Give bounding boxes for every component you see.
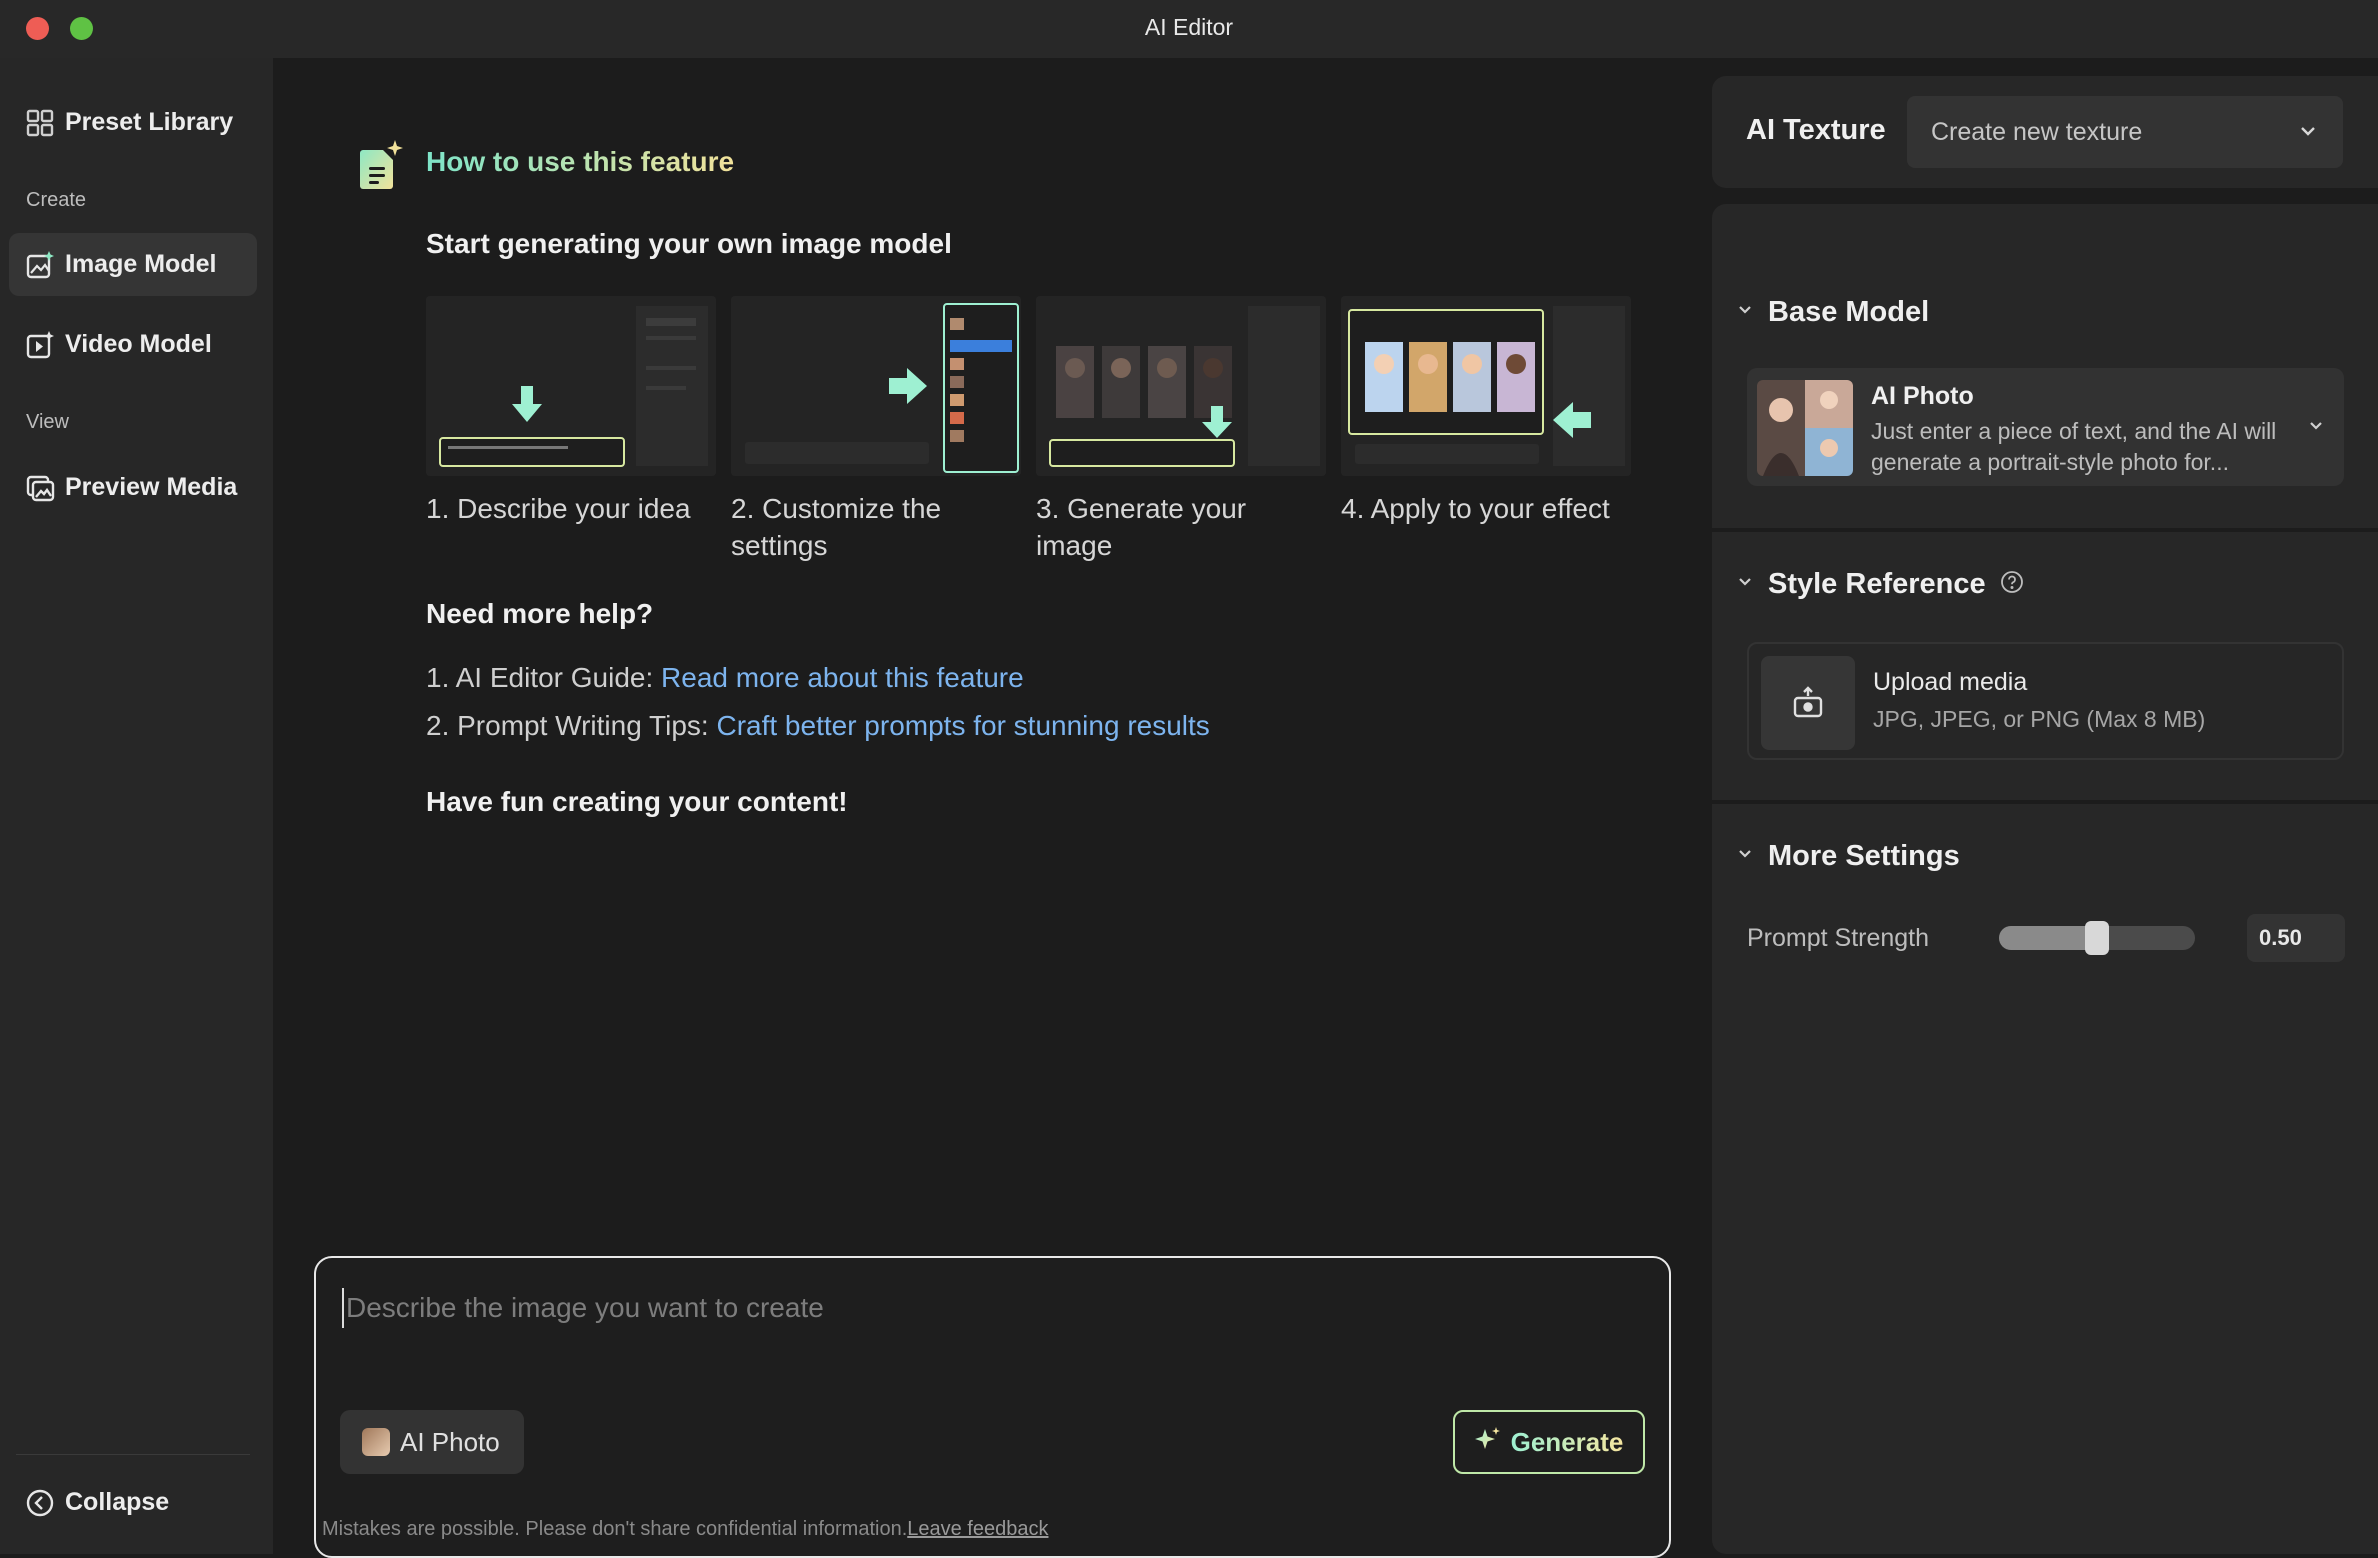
- sidebar-divider: [16, 1454, 250, 1455]
- help-circle-icon[interactable]: [2000, 570, 2024, 599]
- step-card: 1. Describe your idea: [426, 296, 716, 527]
- sidebar-item-image-model[interactable]: Image Model: [9, 233, 257, 296]
- sidebar-item-label: Video Model: [65, 330, 212, 358]
- generate-label: Generate: [1510, 1426, 1624, 1457]
- prompt-tips-link[interactable]: Craft better prompts for stunning result…: [716, 710, 1209, 741]
- section-divider: [1712, 800, 2378, 804]
- step-1-illustration: [426, 296, 716, 476]
- preview-media-icon: [25, 473, 55, 503]
- prompt-box: AI Photo Generate: [314, 1256, 1671, 1558]
- help-line-prefix: 1. AI Editor Guide:: [426, 662, 662, 693]
- document-sparkle-icon: [359, 140, 403, 190]
- upload-icon: [1761, 656, 1855, 750]
- help-line-tips: 2. Prompt Writing Tips: Craft better pro…: [426, 710, 1210, 742]
- step-card: 2. Customize the settings: [731, 296, 1021, 564]
- base-model-title: Base Model: [1768, 296, 1930, 328]
- steps-row: 1. Describe your idea 2. Customize the s…: [426, 296, 1646, 561]
- style-reference-header[interactable]: Style Reference: [1736, 568, 2024, 601]
- texture-select[interactable]: Create new texture: [1907, 96, 2343, 168]
- step-caption: 4. Apply to your effect: [1341, 493, 1610, 524]
- help-title: How to use this feature: [426, 146, 735, 177]
- step-caption: 1. Describe your idea: [426, 493, 691, 524]
- collapse-button[interactable]: Collapse: [9, 1471, 257, 1534]
- disclaimer: Mistakes are possible. Please don't shar…: [322, 1518, 1048, 1541]
- settings-card: Base Model AI Photo Just enter a piece o…: [1712, 204, 2378, 1554]
- section-divider: [1712, 528, 2378, 532]
- generate-button[interactable]: Generate: [1453, 1410, 1645, 1474]
- sidebar-item-video-model[interactable]: Video Model: [9, 313, 257, 376]
- style-reference-title: Style Reference: [1768, 568, 1986, 600]
- chevron-down-icon: [1736, 573, 1754, 596]
- prompt-strength-value[interactable]: 0.50: [2247, 914, 2345, 962]
- model-avatar: [362, 1428, 390, 1456]
- view-section-label: View: [26, 411, 69, 433]
- grid-icon: [25, 108, 55, 138]
- step-card: 4. Apply to your effect: [1341, 296, 1631, 527]
- base-model-description: Just enter a piece of text, and the AI w…: [1871, 418, 2277, 475]
- disclaimer-text: Mistakes are possible. Please don't shar…: [322, 1518, 908, 1540]
- prompt-strength-label: Prompt Strength: [1747, 924, 1930, 952]
- sidebar: Preset Library Create Image Model Video …: [0, 58, 273, 1554]
- upload-title: Upload media: [1873, 668, 2028, 696]
- step-caption: 2. Customize the settings: [731, 493, 942, 561]
- sidebar-item-label: Preview Media: [65, 473, 238, 501]
- upload-formats: JPG, JPEG, or PNG (Max 8 MB): [1873, 706, 2206, 732]
- right-panel: AI Texture Create new texture Base Model: [1709, 58, 2378, 1554]
- ai-photo-thumbnail: [1757, 380, 1853, 476]
- start-title: Start generating your own image model: [426, 228, 952, 259]
- prompt-strength-slider-thumb[interactable]: [2085, 921, 2109, 955]
- image-sparkle-icon: [25, 250, 55, 280]
- upload-media-card[interactable]: Upload media JPG, JPEG, or PNG (Max 8 MB…: [1747, 642, 2344, 760]
- sidebar-item-label: Image Model: [65, 250, 217, 278]
- texture-select-value: Create new texture: [1931, 117, 2143, 146]
- model-chip-label: AI Photo: [400, 1426, 500, 1457]
- base-model-card[interactable]: AI Photo Just enter a piece of text, and…: [1747, 368, 2344, 486]
- prompt-input[interactable]: [342, 1288, 1642, 1328]
- help-line-guide: 1. AI Editor Guide: Read more about this…: [426, 662, 1024, 694]
- more-help-title: Need more help?: [426, 598, 654, 629]
- sidebar-item-preset-library[interactable]: Preset Library: [9, 91, 257, 154]
- texture-card: AI Texture Create new texture: [1712, 76, 2378, 188]
- chevron-down-icon: [2306, 416, 2326, 441]
- title-bar: AI Editor: [0, 0, 2378, 58]
- window-title: AI Editor: [1144, 14, 1234, 40]
- more-settings-header[interactable]: More Settings: [1736, 840, 1960, 873]
- help-line-prefix: 2. Prompt Writing Tips:: [426, 710, 717, 741]
- guide-link[interactable]: Read more about this feature: [661, 662, 1024, 693]
- model-chip[interactable]: AI Photo: [340, 1410, 524, 1474]
- chevron-down-icon: [1736, 301, 1754, 324]
- step-3-illustration: [1036, 296, 1326, 476]
- video-sparkle-icon: [25, 330, 55, 360]
- collapse-label: Collapse: [65, 1488, 170, 1516]
- fun-text: Have fun creating your content!: [426, 786, 848, 817]
- step-card: 3. Generate your image: [1036, 296, 1326, 564]
- base-model-header[interactable]: Base Model: [1736, 296, 1929, 329]
- chevron-down-icon: [2297, 120, 2319, 149]
- step-2-illustration: [731, 296, 1021, 476]
- create-section-label: Create: [26, 189, 87, 211]
- leave-feedback-link[interactable]: Leave feedback: [907, 1518, 1048, 1540]
- collapse-icon: [25, 1488, 55, 1518]
- more-settings-title: More Settings: [1768, 840, 1960, 872]
- sidebar-item-label: Preset Library: [65, 108, 234, 136]
- main-content: How to use this feature Start generating…: [273, 58, 1709, 1558]
- chevron-down-icon: [1736, 845, 1754, 868]
- sidebar-item-preview-media[interactable]: Preview Media: [9, 456, 257, 519]
- step-caption: 3. Generate your image: [1036, 493, 1247, 561]
- prompt-strength-slider-fill: [1999, 926, 2097, 950]
- texture-label: AI Texture: [1746, 114, 1886, 146]
- step-4-illustration: [1341, 296, 1631, 476]
- base-model-name: AI Photo: [1871, 382, 1974, 410]
- sparkle-icon: [1474, 1426, 1501, 1458]
